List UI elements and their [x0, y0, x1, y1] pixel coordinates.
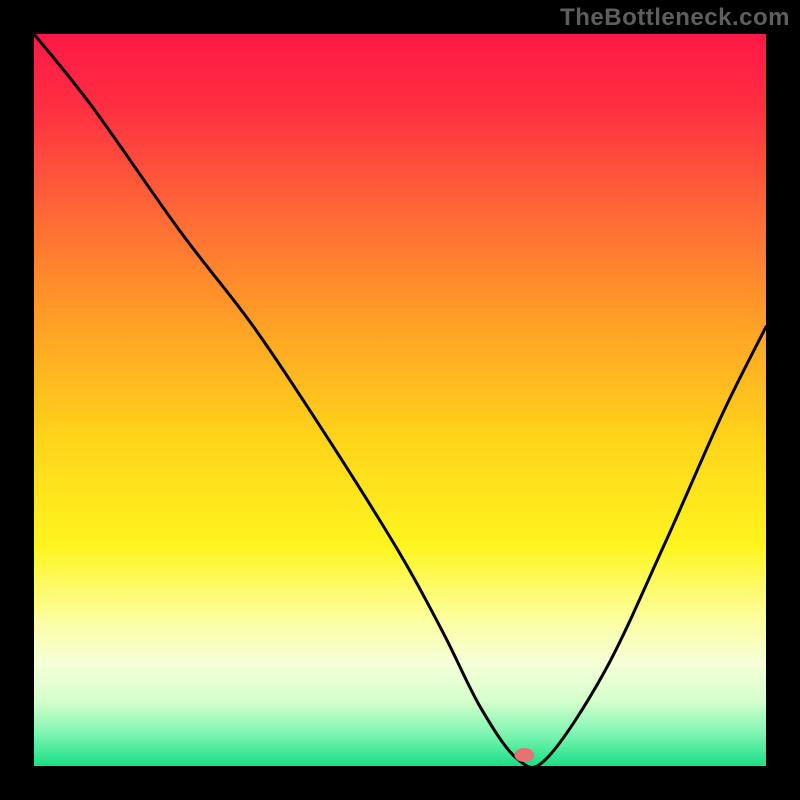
- bottleneck-chart: [0, 0, 800, 800]
- watermark-text: TheBottleneck.com: [560, 4, 790, 32]
- plot-background: [34, 34, 766, 766]
- chart-container: TheBottleneck.com: [0, 0, 800, 800]
- optimal-marker: [514, 748, 534, 762]
